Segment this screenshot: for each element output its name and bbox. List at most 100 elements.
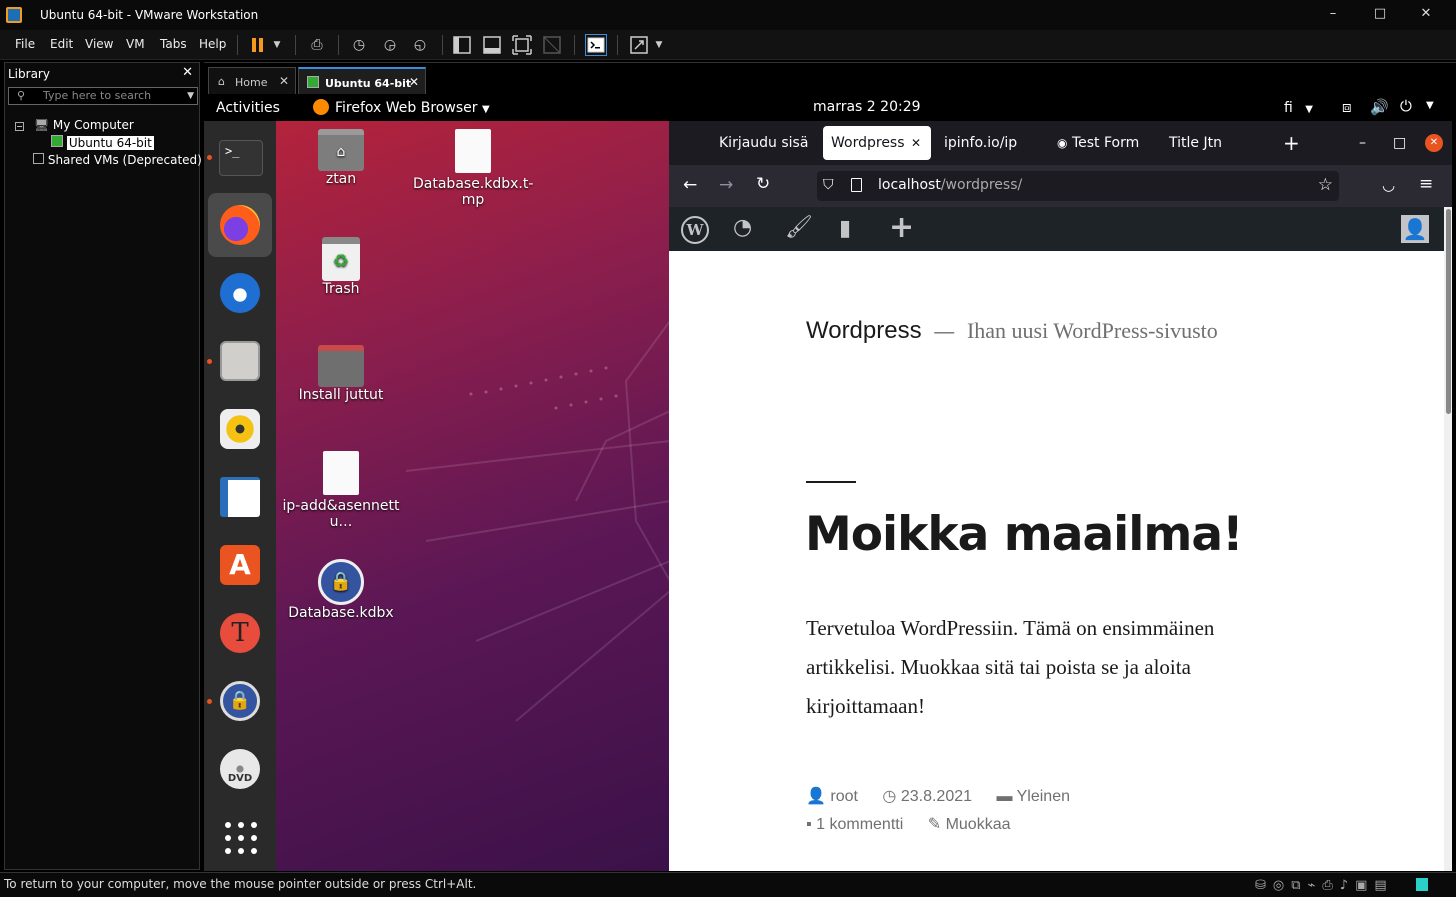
new-tab-icon[interactable]: + xyxy=(1283,126,1300,160)
send-ctrl-alt-del-icon[interactable]: ⎙ xyxy=(306,34,328,56)
activities-button[interactable]: Activities xyxy=(216,100,280,116)
post-category[interactable]: Yleinen xyxy=(1017,788,1070,805)
network-adapter-icon[interactable]: ⧉ xyxy=(1291,878,1307,893)
dock-software[interactable]: A xyxy=(208,533,272,597)
site-title[interactable]: Wordpress xyxy=(806,317,922,344)
revert-snapshot-icon[interactable]: ◶ xyxy=(379,34,401,56)
back-icon[interactable]: ← xyxy=(683,175,697,195)
user-avatar[interactable]: 👤 xyxy=(1401,215,1429,243)
post-edit-link[interactable]: Muokkaa xyxy=(946,816,1011,833)
hdd-icon[interactable]: ⛁ xyxy=(1255,878,1273,893)
desktop-icon-home[interactable]: ⌂ ztan xyxy=(276,129,406,187)
usb-icon[interactable]: ⌁ xyxy=(1308,878,1323,893)
thumbnail-bar-icon[interactable] xyxy=(481,34,503,56)
tab-ubuntu[interactable]: Ubuntu 64-bit ✕ xyxy=(298,67,426,95)
dock-transmission[interactable]: T xyxy=(208,601,272,665)
pause-dropdown-icon[interactable]: ▼ xyxy=(270,34,284,56)
forward-icon[interactable]: → xyxy=(719,175,733,195)
customize-brush-icon[interactable]: 🖌 xyxy=(785,215,813,240)
dock-firefox[interactable] xyxy=(208,193,272,257)
close-icon[interactable]: ✕ xyxy=(1418,6,1434,22)
search-dropdown-icon[interactable]: ▼ xyxy=(187,88,194,104)
dock-show-apps[interactable] xyxy=(208,805,272,869)
menu-view[interactable]: View xyxy=(85,37,113,51)
shield-icon[interactable]: ⛉ xyxy=(823,177,834,193)
tab-kirjaudu[interactable]: Kirjaudu sisää xyxy=(719,126,809,160)
stretch-guest-icon[interactable] xyxy=(628,34,650,56)
menu-file[interactable]: File xyxy=(15,37,35,51)
vmware-tools-icon[interactable] xyxy=(1416,878,1428,891)
menu-hamburger-icon[interactable]: ≡ xyxy=(1419,174,1433,194)
desktop-icon-database-tmp[interactable]: Database.kdbx.t-mp xyxy=(408,129,538,208)
menu-tabs[interactable]: Tabs xyxy=(160,37,187,51)
tab-ipinfo[interactable]: ipinfo.io/ip xyxy=(944,126,1017,160)
dock-dvd[interactable]: DVD xyxy=(208,737,272,801)
dock-thunderbird[interactable] xyxy=(208,261,272,325)
terminal-icon: >_ xyxy=(219,140,263,176)
dock-keepassxc[interactable]: 🔒 xyxy=(207,669,272,733)
maximize-icon[interactable]: □ xyxy=(1372,6,1388,22)
url-bar[interactable]: ⛉ localhost/wordpress/ ☆ xyxy=(817,171,1339,201)
tree-item-my-computer[interactable]: − 🖥 My Computer xyxy=(15,118,134,132)
tab-title-jtn[interactable]: Title Jtn xyxy=(1169,126,1222,160)
post-title[interactable]: Moikka maailma! xyxy=(805,507,1244,562)
post-comments-link[interactable]: 1 kommentti xyxy=(816,816,903,833)
library-search-input[interactable]: ⚲ Type here to search ▼ xyxy=(8,87,198,105)
tab-wordpress[interactable]: Wordpress ✕ xyxy=(823,126,931,160)
dock-files[interactable] xyxy=(207,329,272,393)
dock-libreoffice-writer[interactable] xyxy=(208,465,272,529)
app-menu-button[interactable]: Firefox Web Browser ▼ xyxy=(335,100,490,116)
minimize-icon[interactable]: – xyxy=(1325,6,1341,22)
ff-maximize-icon[interactable]: □ xyxy=(1393,126,1406,160)
page-scrollbar-thumb[interactable] xyxy=(1446,209,1451,414)
desktop-icon-trash[interactable]: ♻ Trash xyxy=(276,237,406,297)
sound-icon[interactable]: ♪ xyxy=(1340,878,1355,893)
ff-close-icon[interactable]: ✕ xyxy=(1425,134,1443,152)
snapshot-manager-icon[interactable]: ◵ xyxy=(409,34,431,56)
dashboard-icon[interactable]: ◔ xyxy=(733,215,752,240)
library-close-icon[interactable]: ✕ xyxy=(182,65,193,80)
show-library-icon[interactable] xyxy=(451,34,473,56)
wordpress-logo-icon[interactable]: W xyxy=(681,216,709,244)
stretch-dropdown-icon[interactable]: ▼ xyxy=(652,34,666,56)
console-view-icon[interactable] xyxy=(585,34,607,56)
system-menu-arrow-icon[interactable]: ▼ xyxy=(1426,100,1434,111)
message-log-icon[interactable]: ▤ xyxy=(1374,878,1393,893)
post-author[interactable]: root xyxy=(830,788,858,805)
pause-icon[interactable] xyxy=(247,34,269,56)
pocket-icon[interactable]: ◡ xyxy=(1382,176,1395,194)
input-language[interactable]: fi ▼ xyxy=(1284,100,1313,116)
dock-rhythmbox[interactable] xyxy=(208,397,272,461)
new-content-icon[interactable]: + xyxy=(889,210,914,245)
clock[interactable]: marras 2 20:29 xyxy=(813,99,921,115)
volume-icon[interactable]: 🔊 xyxy=(1370,98,1389,116)
comments-icon[interactable]: ▮ xyxy=(839,216,851,241)
full-screen-icon[interactable] xyxy=(511,34,533,56)
menu-help[interactable]: Help xyxy=(199,37,226,51)
snapshot-icon[interactable]: ◷ xyxy=(348,34,370,56)
tab-home-close-icon[interactable]: ✕ xyxy=(279,74,289,88)
tab-test-form[interactable]: ◉ Test Form xyxy=(1057,126,1139,160)
printer-icon[interactable]: ⎙ xyxy=(1322,878,1339,893)
cd-icon[interactable]: ◎ xyxy=(1273,878,1291,893)
collapse-icon[interactable]: − xyxy=(15,122,24,131)
dock-terminal[interactable]: >_ xyxy=(207,125,272,189)
display-icon[interactable]: ▣ xyxy=(1355,878,1374,893)
menu-edit[interactable]: Edit xyxy=(50,37,73,51)
desktop-icon-ip-add[interactable]: ip-add&asennettu… xyxy=(276,451,406,530)
tree-item-shared-vms[interactable]: Shared VMs (Deprecated) xyxy=(33,153,202,167)
tree-item-ubuntu[interactable]: Ubuntu 64-bit xyxy=(51,135,154,150)
desktop-icon-install[interactable]: Install juttut xyxy=(276,345,406,403)
bookmark-star-icon[interactable]: ☆ xyxy=(1318,175,1333,195)
menu-vm[interactable]: VM xyxy=(126,37,145,51)
desktop-icon-database[interactable]: 🔒 Database.kdbx xyxy=(276,559,406,621)
ff-minimize-icon[interactable]: – xyxy=(1359,126,1366,160)
tab-wordpress-close-icon[interactable]: ✕ xyxy=(911,126,921,160)
reload-icon[interactable]: ↻ xyxy=(756,174,770,194)
power-icon[interactable]: ⏻ xyxy=(1400,97,1412,115)
unity-mode-icon[interactable] xyxy=(541,34,563,56)
tab-ubuntu-close-icon[interactable]: ✕ xyxy=(409,75,419,89)
network-icon[interactable]: ⧈ xyxy=(1342,98,1352,116)
tab-home[interactable]: ⌂ Home ✕ xyxy=(208,67,296,95)
post-date[interactable]: 23.8.2021 xyxy=(901,788,972,805)
